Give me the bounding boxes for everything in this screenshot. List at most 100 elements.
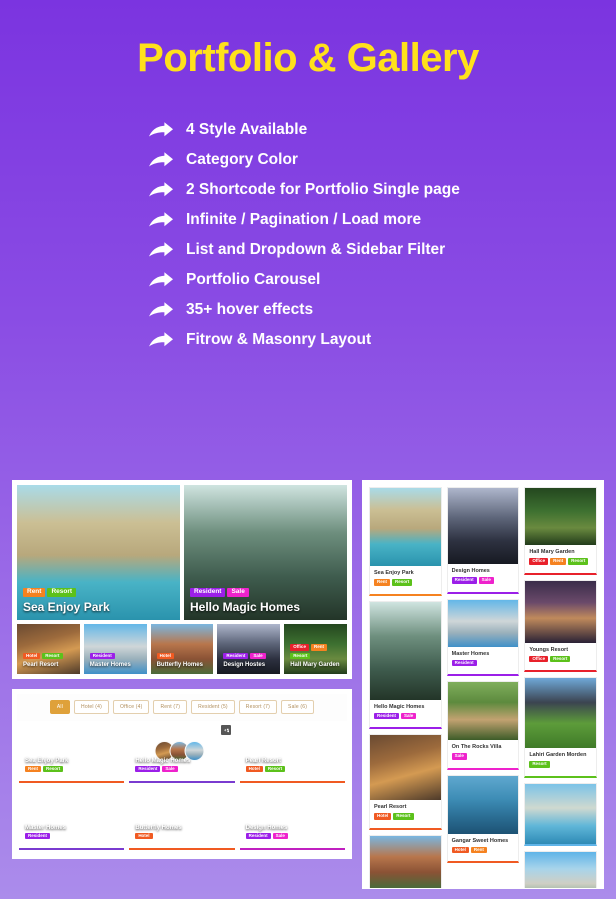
portfolio-tile[interactable]: Resident Sale Hello Magic Homes [184, 485, 347, 620]
portfolio-thumb[interactable]: Hotel Butterfly Homes [150, 624, 214, 674]
category-tag[interactable]: Resident [451, 577, 477, 584]
filter-button[interactable]: Resort (7) [238, 700, 278, 714]
category-tag[interactable]: Sale [478, 577, 494, 584]
tag-group: Resident Sale [374, 712, 437, 719]
portfolio-card[interactable]: Sea Enjoy Park Rent Resort [19, 721, 125, 783]
feature-item: 2 Shortcode for Portfolio Single page [148, 178, 616, 202]
category-tag[interactable]: Sale [227, 587, 249, 597]
category-tag[interactable]: Resort [529, 761, 550, 768]
tag-group: Resident [25, 832, 118, 839]
feature-label: Category Color [186, 151, 298, 168]
portfolio-image [447, 775, 519, 834]
category-tag[interactable]: Resort [290, 652, 311, 659]
feature-item: 4 Style Available [148, 118, 616, 142]
filter-button[interactable]: Office (4) [113, 700, 150, 714]
portfolio-card[interactable]: Hello Magic Homes Resident Sale [129, 721, 235, 783]
category-tag[interactable]: Resort [43, 765, 64, 772]
masonry-card[interactable]: Gangar Sweet Homes Hotel Rent [446, 774, 520, 863]
masonry-card[interactable]: On The Rocks Villa Sale [446, 681, 520, 770]
category-tag[interactable]: Rent [550, 558, 567, 565]
masonry-card[interactable]: Lahiri Garden Morden Resort [524, 677, 597, 778]
tag-group: Office Rent Resort [529, 558, 592, 565]
category-tag[interactable]: Sale [272, 832, 288, 839]
filter-button[interactable]: Resident (5) [191, 700, 235, 714]
category-tag[interactable]: Hotel [156, 652, 174, 659]
category-tag[interactable]: Sale [451, 753, 467, 760]
category-tag[interactable]: Resort [392, 579, 413, 586]
portfolio-card[interactable]: Master Homes Resident [19, 788, 125, 850]
category-tag[interactable]: Rent [23, 587, 46, 597]
masonry-card[interactable]: Hello Magic Homes Resident Sale [369, 600, 442, 729]
category-tag[interactable]: Resident [223, 652, 249, 659]
filter-button[interactable]: Rent (7) [153, 700, 188, 714]
tag-group: Office Rent Resort [290, 644, 341, 659]
category-tag[interactable]: Sale [250, 652, 266, 659]
portfolio-image [525, 783, 596, 844]
category-tag[interactable]: Rent [374, 579, 390, 586]
category-tag[interactable]: Office [529, 655, 549, 662]
masonry-card[interactable]: Butterfly HomesHotel [369, 834, 442, 888]
portfolio-thumb[interactable]: Resident Master Homes [83, 624, 147, 674]
category-tag[interactable]: Sale [162, 765, 178, 772]
feature-item: Fitrow & Masonry Layout [148, 328, 616, 352]
tag-group: Hotel [135, 832, 228, 839]
category-tag[interactable]: Resort [47, 587, 77, 597]
category-tag[interactable]: Resort [568, 558, 589, 565]
masonry-card[interactable]: Master Homes Resident [446, 598, 520, 676]
portfolio-card[interactable]: Butterfly Homes Hotel [129, 788, 235, 850]
arrow-right-icon [148, 331, 174, 349]
masonry-card[interactable]: Hall Mary Garden Office Rent Resort [524, 487, 597, 575]
masonry-card[interactable]: Sea Enjoy Park Rent Resort [369, 487, 442, 596]
category-tag[interactable]: Office [529, 558, 549, 565]
masonry-card[interactable]: Design Homes Resident Sale [446, 487, 520, 594]
filter-button[interactable]: Sale (6) [281, 700, 315, 714]
category-tag[interactable]: Hotel [245, 765, 263, 772]
category-tag[interactable]: Resident [89, 652, 115, 659]
tag-group: Resort [529, 761, 592, 768]
filter-button[interactable]: Hotel (4) [74, 700, 110, 714]
tag-group: Rent Resort [374, 579, 437, 586]
card-caption: Sea Enjoy Park Rent Resort [19, 754, 124, 782]
tag-group: Resident Sale [451, 577, 515, 584]
category-tag[interactable]: Rent [310, 644, 327, 651]
card-body: Sea Enjoy Park Rent Resort [370, 566, 441, 594]
masonry-card[interactable]: Pearl Resort Hotel Resort [369, 734, 442, 830]
card-caption: Pearl Resort Hotel Resort [240, 754, 345, 782]
category-tag[interactable]: Rent [470, 846, 487, 853]
category-tag[interactable]: Sale [401, 712, 417, 719]
portfolio-tile[interactable]: Rent Resort Sea Enjoy Park [17, 485, 180, 620]
category-tag[interactable]: Resident [190, 587, 226, 597]
tile-caption: Resident Sale Hello Magic Homes [184, 584, 347, 621]
portfolio-card[interactable]: Pearl Resort Hotel Resort [239, 721, 345, 783]
category-tag[interactable]: Resident [135, 765, 161, 772]
category-tag[interactable]: Resident [245, 832, 271, 839]
feature-item: Portfolio Carousel [148, 268, 616, 292]
panel-filter-layout: All Hotel (4) Office (4) Rent (7) Resident (… [12, 689, 352, 859]
masonry-card[interactable]: Youngs Resort Office Resort [524, 579, 597, 672]
category-tag[interactable]: Resort [393, 813, 414, 820]
category-tag[interactable]: Rent [25, 765, 41, 772]
portfolio-image [370, 488, 441, 566]
share-icon[interactable] [220, 725, 231, 735]
category-tag[interactable]: Resident [25, 832, 51, 839]
portfolio-thumb[interactable]: Hotel Resort Pearl Resort [17, 624, 80, 674]
portfolio-thumb[interactable]: Resident Sale Design Hostes [217, 624, 281, 674]
category-tag[interactable]: Hotel [135, 832, 153, 839]
category-tag[interactable]: Hotel [374, 813, 392, 820]
tag-group: Hotel Resort [245, 765, 339, 772]
arrow-right-icon [148, 271, 174, 289]
category-tag[interactable]: Resident [451, 659, 477, 666]
masonry-card[interactable] [524, 782, 597, 846]
category-tag[interactable]: Resort [264, 765, 286, 772]
category-tag[interactable]: Hotel [23, 652, 41, 659]
tile-caption: Hotel Resort Pearl Resort [17, 649, 80, 675]
masonry-card[interactable] [524, 850, 597, 888]
category-tag[interactable]: Hotel [451, 846, 469, 853]
category-tag[interactable]: Resort [550, 655, 571, 662]
portfolio-card[interactable]: Design Homes Resident Sale [239, 788, 345, 850]
portfolio-thumb[interactable]: Office Rent Resort Hall Mary Garden [284, 624, 347, 674]
category-tag[interactable]: Resort [42, 652, 63, 659]
category-tag[interactable]: Resident [374, 712, 400, 719]
filter-button[interactable]: All [49, 700, 71, 714]
category-tag[interactable]: Office [290, 644, 309, 651]
